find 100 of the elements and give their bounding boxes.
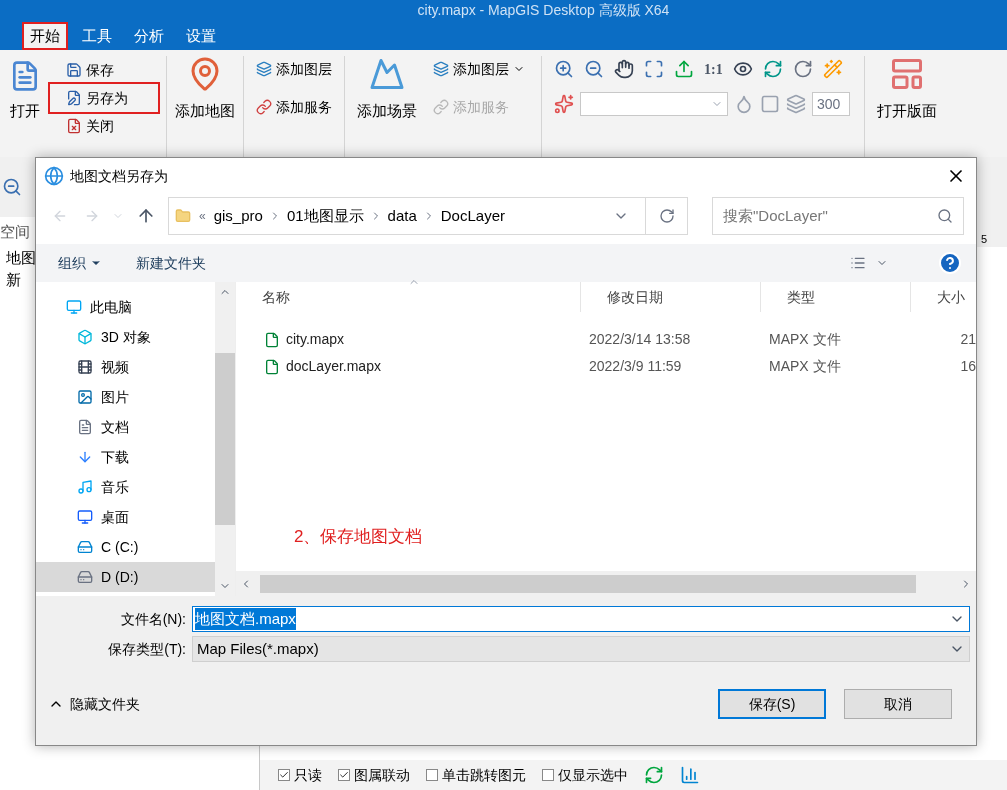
dialog-button[interactable]: 保存(S) — [718, 689, 826, 719]
hand-icon[interactable] — [614, 59, 634, 79]
refresh-icon[interactable] — [762, 59, 783, 79]
ribbon-tab[interactable]: 分析 — [126, 22, 172, 50]
dialog-button[interactable]: 取消 — [844, 689, 952, 719]
column-header[interactable]: 类型 — [761, 282, 911, 312]
layers-icon — [433, 61, 449, 77]
nav-item[interactable]: C (C:) — [36, 532, 215, 562]
layers-icon — [256, 61, 272, 77]
table-cell-text: MAPX 文件 — [768, 357, 842, 376]
link-icon — [256, 99, 272, 115]
scroll-thumb[interactable] — [260, 574, 916, 593]
horizontal-scrollbar[interactable] — [236, 571, 976, 596]
folder-icon — [175, 208, 191, 224]
nav-item[interactable]: 音乐 — [36, 472, 215, 502]
annotation-text: 2、保存地图文档 — [294, 526, 423, 548]
drive-icon — [77, 569, 93, 585]
nav-item[interactable]: 3D 对象 — [36, 322, 215, 352]
checkbox-label: 图属联动 — [354, 765, 410, 785]
ribbon-tab[interactable]: 设置 — [178, 22, 224, 50]
breadcrumb-item[interactable]: gis_pro — [213, 204, 263, 228]
file-name-field[interactable]: 地图文档.mapx — [192, 606, 970, 632]
column-header[interactable]: 名称 — [236, 282, 581, 312]
upload-icon[interactable] — [674, 59, 694, 79]
scrollbar[interactable] — [215, 282, 235, 596]
rotate-icon[interactable] — [792, 59, 813, 79]
file-name: docLayer.mapx — [286, 357, 381, 376]
checkbox[interactable] — [338, 769, 350, 781]
sparkle-icon[interactable] — [554, 94, 574, 114]
search-field[interactable]: 搜索"DocLayer" — [712, 197, 964, 235]
file-icon — [264, 358, 280, 375]
checkbox-label: 只读 — [294, 765, 322, 785]
add-scene-button[interactable]: 添加场景 — [357, 56, 417, 157]
scale-button[interactable]: 1:1 — [704, 58, 723, 80]
breadcrumb-item[interactable]: data — [387, 204, 417, 228]
search-icon — [937, 208, 953, 224]
film-icon — [77, 359, 93, 375]
breadcrumb-item[interactable]: 01地图显示 — [286, 204, 364, 228]
checkbox[interactable] — [278, 769, 290, 781]
table-cell-text: 16 — [959, 357, 976, 376]
column-header[interactable]: 大小 — [911, 282, 976, 312]
file-close-icon — [66, 118, 82, 134]
nav-item[interactable]: 文档 — [36, 412, 215, 442]
column-header[interactable]: 修改日期 — [581, 282, 761, 312]
layers-icon[interactable] — [786, 94, 806, 114]
file-icon — [264, 331, 280, 348]
view-icon[interactable] — [850, 255, 866, 271]
scroll-thumb[interactable] — [215, 353, 235, 525]
layout-icon — [889, 56, 925, 92]
zoom-out-icon[interactable] — [2, 177, 22, 197]
help-icon[interactable] — [938, 251, 962, 275]
file-row[interactable]: city.mapx 2022/3/14 13:58 MAPX 文件 21 — [236, 326, 976, 353]
toolbar-button[interactable]: 新建文件夹 — [136, 252, 206, 274]
ribbon-button[interactable]: 添加服务 — [252, 94, 336, 120]
overflow-chevron[interactable]: « — [199, 207, 206, 225]
nav-item[interactable]: 桌面 — [36, 502, 215, 532]
checkbox[interactable] — [542, 769, 554, 781]
file-type-dropdown[interactable]: Map Files(*.mapx) — [192, 636, 970, 662]
hide-folders-button[interactable]: 隐藏文件夹 — [48, 693, 140, 715]
field-label: 保存类型(T): — [107, 639, 186, 659]
number-field[interactable]: 300 — [812, 92, 850, 116]
file-row[interactable]: docLayer.mapx 2022/3/9 11:59 MAPX 文件 16 — [236, 353, 976, 380]
ribbon-tab[interactable]: 开始 — [22, 22, 68, 50]
globe-icon — [44, 166, 64, 186]
nav-item[interactable]: 此电脑 — [36, 292, 215, 322]
toolbar-button[interactable]: 组织 — [58, 252, 102, 274]
wand-icon[interactable] — [822, 59, 843, 79]
address-bar[interactable]: « gis_pro 01地图显示 data DocLayer — [168, 197, 688, 235]
chart-icon[interactable] — [680, 765, 700, 785]
ribbon-button[interactable]: 添加图层 — [252, 56, 336, 82]
nav-item[interactable]: 视频 — [36, 352, 215, 382]
refresh-icon[interactable] — [658, 208, 675, 224]
droplet-icon[interactable] — [734, 94, 754, 114]
ruler-label: 5 — [980, 231, 987, 247]
window-title: city.mapx - MapGIS Desktop 高级版 X64 — [416, 1, 670, 20]
add-map-button[interactable]: 添加地图 — [175, 56, 235, 157]
nav-item[interactable]: 图片 — [36, 382, 215, 412]
dialog-title: 地图文档另存为 — [70, 166, 168, 186]
refresh-icon[interactable] — [644, 765, 664, 785]
ribbon-button[interactable]: 关闭 — [50, 112, 158, 140]
zoom-in-icon[interactable] — [554, 59, 574, 79]
nav-item[interactable]: 下载 — [36, 442, 215, 472]
ribbon-button[interactable]: 保存 — [50, 56, 158, 84]
open-button[interactable]: 打开 — [0, 56, 50, 157]
full-extent-icon[interactable] — [644, 59, 664, 79]
zoom-out-icon[interactable] — [584, 59, 604, 79]
ribbon-button[interactable]: 另存为 — [50, 84, 158, 112]
ribbon-tab[interactable]: 工具 — [74, 22, 120, 50]
open-layout-button[interactable]: 打开版面 — [877, 56, 937, 157]
breadcrumb-item[interactable]: DocLayer — [440, 204, 505, 228]
table-cell-text: 21 — [959, 330, 976, 349]
nav-item[interactable]: D (D:) — [36, 562, 215, 592]
table-cell-text: MAPX 文件 — [768, 330, 842, 349]
search-input[interactable]: 搜索"DocLayer" — [723, 204, 937, 228]
square-icon[interactable] — [760, 94, 780, 114]
image-icon — [77, 389, 93, 405]
eye-icon[interactable] — [732, 59, 753, 79]
ribbon-button[interactable]: 添加图层 — [429, 56, 529, 82]
combo-box[interactable] — [580, 92, 728, 116]
checkbox[interactable] — [426, 769, 438, 781]
